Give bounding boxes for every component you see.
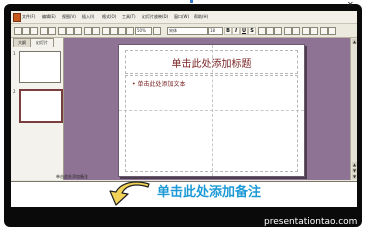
align-right-icon[interactable] [274,27,282,35]
font-select[interactable]: 宋体 [167,27,208,35]
insert-image-icon[interactable] [118,27,126,35]
slide-number-1: 1 [13,51,16,56]
slide-thumbnail-2[interactable] [19,89,63,123]
shadow-button[interactable]: S [248,27,256,35]
font-size-select[interactable]: 18 [208,27,223,35]
scroll-up-icon[interactable]: ▲ [352,39,357,44]
next-slide-icon[interactable]: ▼ [352,168,357,173]
align-left-icon[interactable] [258,27,266,35]
cut-icon[interactable] [58,27,66,35]
italic-button[interactable]: I [232,27,240,35]
title-placeholder[interactable]: 单击此处添加标题 [125,50,298,74]
zoom-select[interactable]: 50% [135,27,152,35]
window-close-icon[interactable]: ✕ [347,0,354,9]
menu-insert[interactable]: 插入(I) [82,13,94,20]
new-file-icon[interactable] [14,27,22,35]
help-icon[interactable] [153,27,161,35]
insert-table-icon[interactable] [110,27,118,35]
curved-arrow-icon [109,181,150,206]
menu-view[interactable]: 视图(V) [62,13,76,20]
bullets-icon[interactable] [292,27,300,35]
toolbar: 50% 宋体 18 B I U S [11,24,357,38]
slide-workarea: 单击此处添加标题 • 单击此处添加文本 [64,38,357,180]
menu-format[interactable]: 格式(O) [102,13,116,20]
tab-slides[interactable]: 幻灯片 [30,38,54,47]
slide-thumbnail-1[interactable] [19,51,61,83]
watermark: presentationtao.com [264,217,358,227]
slide-number-2: 2 [13,89,16,94]
menu-help[interactable]: 帮助(H) [194,13,208,20]
window-marker [190,0,193,3]
menu-file[interactable]: 文件(F) [22,13,35,20]
paste-icon[interactable] [74,27,82,35]
slide-panel: 大纲 幻灯片 1 2 [11,38,64,180]
bold-button[interactable]: B [224,27,232,35]
underline-button[interactable]: U [240,27,248,35]
increase-font-icon[interactable] [302,27,310,35]
save-icon[interactable] [30,27,38,35]
decrease-font-icon[interactable] [310,27,318,35]
body-placeholder-text: • 单击此处添加文本 [132,81,186,88]
design-icon[interactable] [320,27,328,35]
menu-bar: 文件(F) 编辑(E) 视图(V) 插入(I) 格式(O) 工具(T) 幻灯片放… [11,11,357,24]
vertical-scrollbar[interactable]: ▲ ▲ ▼ ▼ [350,38,357,180]
app-icon [13,13,21,22]
prev-slide-icon[interactable]: ▲ [352,162,357,167]
undo-icon[interactable] [84,27,92,35]
copy-icon[interactable] [66,27,74,35]
menu-window[interactable]: 窗口(W) [174,13,189,20]
print-icon[interactable] [40,27,48,35]
redo-icon[interactable] [92,27,100,35]
notes-callout-text: 单击此处添加备注 [157,185,262,200]
scroll-down-icon[interactable]: ▼ [352,174,357,179]
body-placeholder[interactable]: • 单击此处添加文本 [125,75,298,172]
preview-icon[interactable] [48,27,56,35]
align-center-icon[interactable] [266,27,274,35]
grid-icon[interactable] [126,27,134,35]
new-slide-icon[interactable] [328,27,336,35]
menu-edit[interactable]: 编辑(E) [42,13,56,20]
insert-chart-icon[interactable] [102,27,110,35]
menu-tools[interactable]: 工具(T) [122,13,136,20]
tab-outline[interactable]: 大纲 [13,38,31,47]
menu-slideshow[interactable]: 幻灯片放映(D) [142,13,168,20]
numbering-icon[interactable] [284,27,292,35]
open-file-icon[interactable] [22,27,30,35]
title-placeholder-text: 单击此处添加标题 [171,59,252,70]
slide-canvas[interactable]: 单击此处添加标题 • 单击此处添加文本 [118,44,305,177]
notes-placeholder[interactable]: 单击此处添加备注 [56,174,88,180]
